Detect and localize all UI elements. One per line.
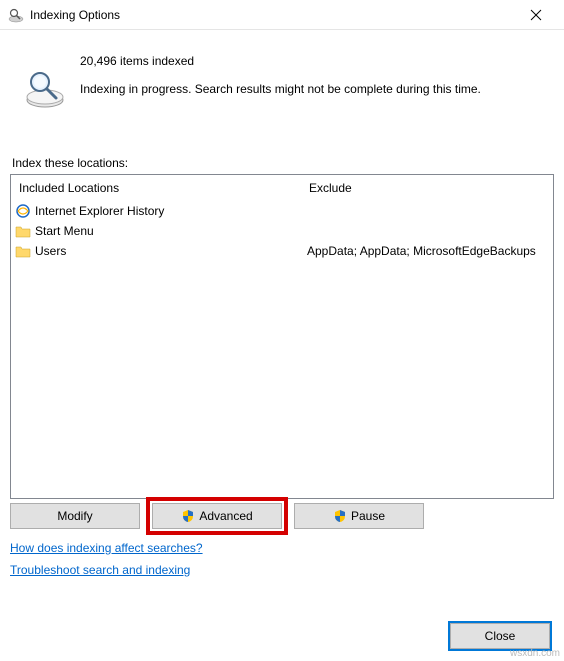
indexing-options-icon bbox=[8, 7, 24, 23]
button-label: Pause bbox=[351, 509, 385, 523]
folder-icon bbox=[15, 223, 31, 239]
list-item[interactable]: Users bbox=[11, 241, 301, 261]
advanced-button[interactable]: Advanced bbox=[152, 503, 282, 529]
exclude-header: Exclude bbox=[301, 175, 553, 201]
shield-icon bbox=[333, 509, 347, 523]
status-area: 20,496 items indexed Indexing in progres… bbox=[10, 30, 554, 120]
exclude-cell bbox=[301, 201, 553, 221]
shield-icon bbox=[181, 509, 195, 523]
folder-icon bbox=[15, 243, 31, 259]
close-button[interactable]: Close bbox=[450, 623, 550, 649]
list-item-label: Start Menu bbox=[35, 224, 94, 238]
close-window-button[interactable] bbox=[516, 0, 556, 30]
window-title: Indexing Options bbox=[30, 8, 516, 22]
indexed-count: 20,496 items indexed bbox=[80, 54, 554, 68]
titlebar: Indexing Options bbox=[0, 0, 564, 30]
list-item[interactable]: Internet Explorer History bbox=[11, 201, 301, 221]
list-item-label: Users bbox=[35, 244, 66, 258]
indexing-progress-text: Indexing in progress. Search results mig… bbox=[80, 82, 554, 96]
close-icon bbox=[530, 9, 542, 21]
ie-icon bbox=[15, 203, 31, 219]
button-label: Advanced bbox=[199, 509, 252, 523]
list-item[interactable]: Start Menu bbox=[11, 221, 301, 241]
help-link-how[interactable]: How does indexing affect searches? bbox=[10, 541, 554, 555]
watermark: wsxdn.com bbox=[510, 648, 560, 659]
pause-button[interactable]: Pause bbox=[294, 503, 424, 529]
included-header: Included Locations bbox=[11, 175, 301, 201]
locations-list: Included Locations Internet Explorer His… bbox=[10, 174, 554, 499]
magnifier-disk-icon bbox=[10, 40, 80, 110]
locations-label: Index these locations: bbox=[12, 156, 554, 170]
modify-button[interactable]: Modify bbox=[10, 503, 140, 529]
help-link-troubleshoot[interactable]: Troubleshoot search and indexing bbox=[10, 563, 554, 577]
exclude-cell bbox=[301, 221, 553, 241]
list-item-label: Internet Explorer History bbox=[35, 204, 164, 218]
button-label: Close bbox=[485, 629, 516, 643]
exclude-cell: AppData; AppData; MicrosoftEdgeBackups bbox=[301, 241, 553, 261]
button-label: Modify bbox=[57, 509, 92, 523]
